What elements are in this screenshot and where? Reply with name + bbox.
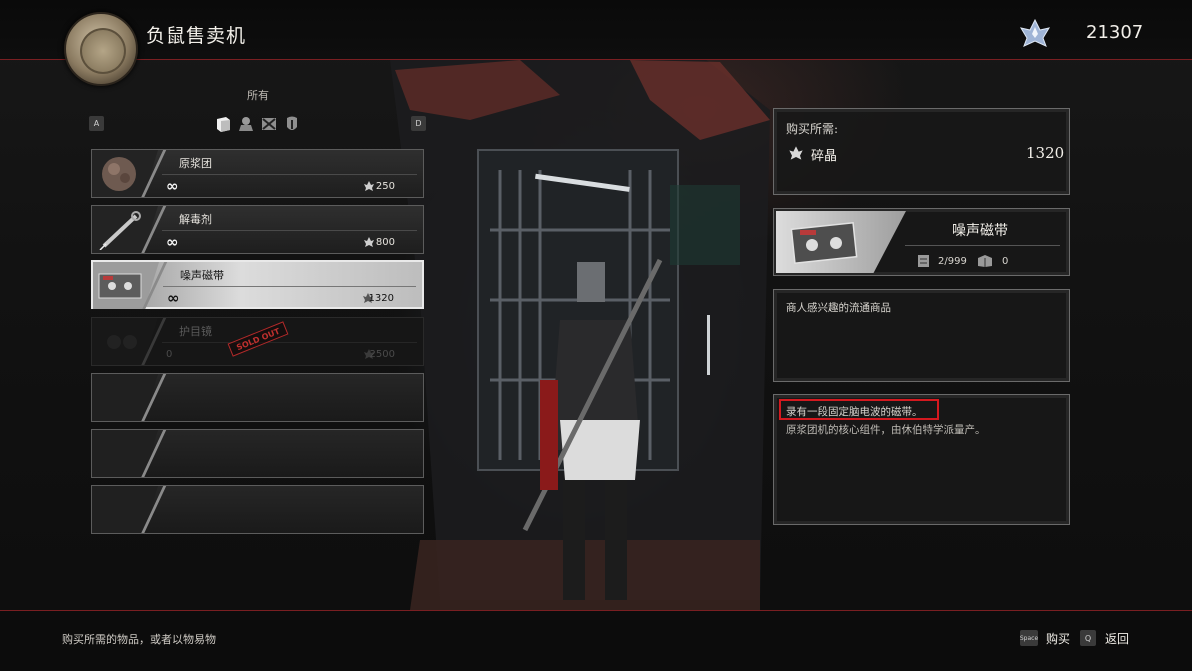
item-price: 2500	[369, 349, 395, 360]
item-divider	[162, 230, 417, 231]
item-divider	[163, 286, 416, 287]
inventory-count-icon	[918, 255, 929, 267]
detail-divider	[905, 245, 1060, 246]
item-slash	[140, 486, 168, 533]
mask-icon[interactable]	[283, 115, 301, 133]
item-divider	[162, 342, 417, 343]
detail-item-name: 噪声磁带	[952, 223, 1008, 239]
description-line-2: 原浆团机的核心组件，由休伯特学派量产。	[786, 424, 986, 436]
item-name: 解毒剂	[179, 213, 212, 226]
consumable-box-icon[interactable]	[214, 115, 232, 133]
helmet-figure-icon[interactable]	[237, 115, 255, 133]
item-price: 800	[375, 237, 395, 248]
cost-label: 购买所需:	[786, 122, 839, 136]
item-name: 原浆团	[179, 157, 212, 170]
empty-slot[interactable]	[91, 429, 424, 478]
back-key[interactable]: Q	[1080, 630, 1096, 646]
owned-count: 2/999	[938, 256, 967, 267]
back-button[interactable]: 返回	[1105, 630, 1129, 647]
goggles-icon	[107, 335, 137, 349]
item-quantity: ∞	[166, 177, 179, 195]
empty-slot[interactable]	[91, 373, 424, 422]
item-name: 护目镜	[179, 325, 212, 338]
cassette-tape-icon	[98, 273, 142, 299]
description-line-1: 录有一段固定脑电波的磁带。	[786, 406, 923, 418]
item-name: 噪声磁带	[180, 269, 224, 282]
crossed-weapons-icon[interactable]	[260, 115, 278, 133]
item-type-text: 商人感兴趣的流通商品	[786, 302, 891, 314]
item-quantity: ∞	[167, 289, 180, 307]
cost-item-name: 碎晶	[811, 149, 838, 164]
stored-count: 0	[1002, 256, 1009, 267]
vendor-emblem-icon	[64, 12, 138, 86]
item-price: 1320	[368, 293, 394, 304]
storage-box-icon	[978, 255, 992, 267]
cost-value: 1320	[1026, 144, 1065, 162]
currency-amount: 21307	[1086, 22, 1144, 43]
shop-item-antidote[interactable]: 解毒剂 ∞ 800	[91, 205, 424, 254]
footer-hint: 购买所需的物品，或者以物易物	[62, 633, 216, 646]
item-quantity: ∞	[166, 233, 179, 251]
item-slash	[140, 374, 168, 421]
shop-item-blood-bead[interactable]: 原浆团 ∞ 250	[91, 149, 424, 198]
shop-title: 负鼠售卖机	[146, 25, 247, 47]
prev-category-key[interactable]: A	[89, 116, 104, 131]
item-divider	[162, 174, 417, 175]
cassette-tape-icon	[790, 222, 858, 264]
haze-crystal-icon	[1019, 18, 1051, 47]
blood-bead-icon	[102, 157, 136, 191]
buy-button[interactable]: 购买	[1046, 630, 1070, 647]
empty-slot[interactable]	[91, 485, 424, 534]
next-category-key[interactable]: D	[411, 116, 426, 131]
haze-crystal-icon	[789, 146, 803, 160]
syringe-icon	[99, 211, 141, 250]
item-slash	[140, 430, 168, 477]
shop-item-noise-tape[interactable]: 噪声磁带 ∞ 1320	[91, 260, 424, 309]
haze-crystal-icon	[364, 237, 374, 247]
item-quantity: 0	[166, 349, 173, 360]
haze-crystal-icon	[364, 181, 374, 191]
buy-key[interactable]: Space	[1020, 630, 1038, 646]
category-label: 所有	[247, 89, 269, 102]
item-price: 250	[375, 181, 395, 192]
